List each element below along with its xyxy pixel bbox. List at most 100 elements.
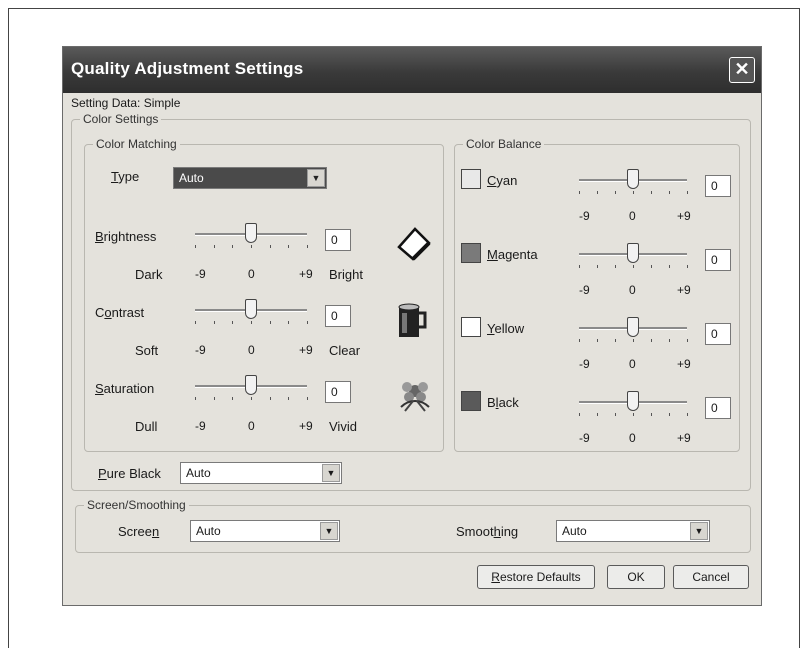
chevron-down-icon[interactable]: ▼: [322, 464, 340, 482]
color-matching-group: Color Matching Type Auto ▼ Brightness 0 Da…: [84, 137, 444, 452]
tick-mark: [615, 413, 616, 416]
tick-mark: [579, 265, 580, 268]
balance-yellow-min-label: -9: [579, 357, 590, 371]
restore-defaults-button[interactable]: Restore Defaults: [477, 565, 595, 589]
smoothing-select[interactable]: Auto ▼: [556, 520, 710, 542]
balance-black-max-label: +9: [677, 431, 691, 445]
balance-magenta-max-label: +9: [677, 283, 691, 297]
tick-mark: [633, 413, 634, 416]
tick-mark: [669, 191, 670, 194]
tick-mark: [615, 339, 616, 342]
slider-brightness-low-label: Dark: [135, 267, 163, 282]
chevron-down-icon[interactable]: ▼: [307, 169, 325, 187]
tick-mark: [288, 397, 290, 400]
quality-adjustment-dialog: Quality Adjustment Settings ✕ Setting Da…: [62, 46, 762, 606]
pure-black-select-value: Auto: [186, 466, 211, 480]
screen-label: Screen: [118, 524, 160, 539]
pure-black-label: Pure Black: [98, 466, 161, 481]
screen-select[interactable]: Auto ▼: [190, 520, 340, 542]
balance-yellow-max-label: +9: [677, 357, 691, 371]
tick-mark: [213, 397, 215, 400]
slider-brightness-high-label: Bright: [329, 267, 363, 282]
setting-data-label: Setting Data: Simple: [71, 96, 181, 110]
color-settings-group: Color Settings Color Matching Type Auto …: [71, 112, 751, 491]
tick-mark: [251, 245, 252, 248]
balance-black-swatch: [461, 391, 481, 411]
slider-saturation-value-field[interactable]: 0: [325, 381, 351, 403]
tick-mark: [687, 413, 688, 416]
tick-mark: [269, 321, 271, 324]
tick-mark: [687, 191, 688, 194]
slider-brightness-ticks: [195, 245, 308, 249]
chevron-down-icon[interactable]: ▼: [320, 522, 338, 540]
screen-smoothing-group: Screen/Smoothing Screen Auto ▼ Smoothing…: [75, 498, 751, 553]
balance-magenta-mid-label: 0: [629, 283, 636, 297]
cancel-button[interactable]: Cancel: [673, 565, 749, 589]
color-matching-legend: Color Matching: [93, 137, 180, 151]
chevron-down-icon[interactable]: ▼: [690, 522, 708, 540]
tick-mark: [633, 191, 634, 194]
balance-magenta-value-field[interactable]: 0: [705, 249, 731, 271]
balance-magenta-ticks: [579, 265, 688, 269]
tick-mark: [232, 397, 234, 400]
slider-contrast-value-field[interactable]: 0: [325, 305, 351, 327]
slider-saturation-label: Saturation: [95, 381, 155, 396]
slider-contrast-max-label: +9: [299, 343, 313, 357]
color-balance-group: Color Balance Cyan 0 -9 0 +9 Magenta 0 -9 0 +9 Yel…: [454, 137, 740, 452]
balance-magenta-swatch: [461, 243, 481, 263]
tick-mark: [597, 191, 598, 194]
screen-smoothing-legend: Screen/Smoothing: [84, 498, 189, 512]
balance-yellow-value-field[interactable]: 0: [705, 323, 731, 345]
tick-mark: [232, 321, 234, 324]
slider-brightness-label: Brightness: [95, 229, 157, 244]
pure-black-select[interactable]: Auto ▼: [180, 462, 342, 484]
balance-yellow-label: Yellow: [487, 321, 525, 336]
tick-mark: [651, 413, 652, 416]
tick-mark: [651, 191, 652, 194]
tick-mark: [633, 265, 634, 268]
balance-yellow-thumb[interactable]: [627, 317, 639, 337]
slider-saturation-max-label: +9: [299, 419, 313, 433]
balance-yellow-swatch: [461, 317, 481, 337]
slider-brightness-value-field[interactable]: 0: [325, 229, 351, 251]
tick-mark: [251, 321, 252, 324]
ok-button[interactable]: OK: [607, 565, 665, 589]
slider-contrast-label: Contrast: [95, 305, 145, 320]
balance-cyan-ticks: [579, 191, 688, 195]
color-balance-legend: Color Balance: [463, 137, 545, 151]
balance-cyan-swatch: [461, 169, 481, 189]
type-select[interactable]: Auto ▼: [173, 167, 327, 189]
slider-contrast-thumb[interactable]: [245, 299, 257, 319]
slider-brightness-thumb[interactable]: [245, 223, 257, 243]
slider-contrast-low-label: Soft: [135, 343, 159, 358]
tick-mark: [195, 321, 196, 324]
balance-cyan-max-label: +9: [677, 209, 691, 223]
slider-contrast-ticks: [195, 321, 308, 325]
slider-saturation-mid-label: 0: [248, 419, 255, 433]
slider-saturation-low-label: Dull: [135, 419, 158, 434]
balance-cyan-thumb[interactable]: [627, 169, 639, 189]
balance-magenta-thumb[interactable]: [627, 243, 639, 263]
slider-brightness-min-label: -9: [195, 267, 206, 281]
tick-mark: [195, 245, 196, 248]
close-button[interactable]: ✕: [729, 57, 755, 83]
tick-mark: [251, 397, 252, 400]
smoothing-select-value: Auto: [562, 524, 587, 538]
tick-mark: [213, 321, 215, 324]
slider-brightness-mid-label: 0: [248, 267, 255, 281]
balance-black-thumb[interactable]: [627, 391, 639, 411]
tick-mark: [232, 245, 234, 248]
flower-icon: [395, 377, 435, 418]
tick-mark: [651, 339, 652, 342]
tick-mark: [687, 339, 688, 342]
slider-contrast-high-label: Clear: [329, 343, 361, 358]
title-bar[interactable]: Quality Adjustment Settings ✕: [63, 47, 761, 93]
balance-black-value-field[interactable]: 0: [705, 397, 731, 419]
tick-mark: [288, 321, 290, 324]
balance-cyan-value-field[interactable]: 0: [705, 175, 731, 197]
balance-magenta-min-label: -9: [579, 283, 590, 297]
tick-mark: [615, 191, 616, 194]
slider-contrast-mid-label: 0: [248, 343, 255, 357]
tick-mark: [597, 413, 598, 416]
slider-saturation-thumb[interactable]: [245, 375, 257, 395]
